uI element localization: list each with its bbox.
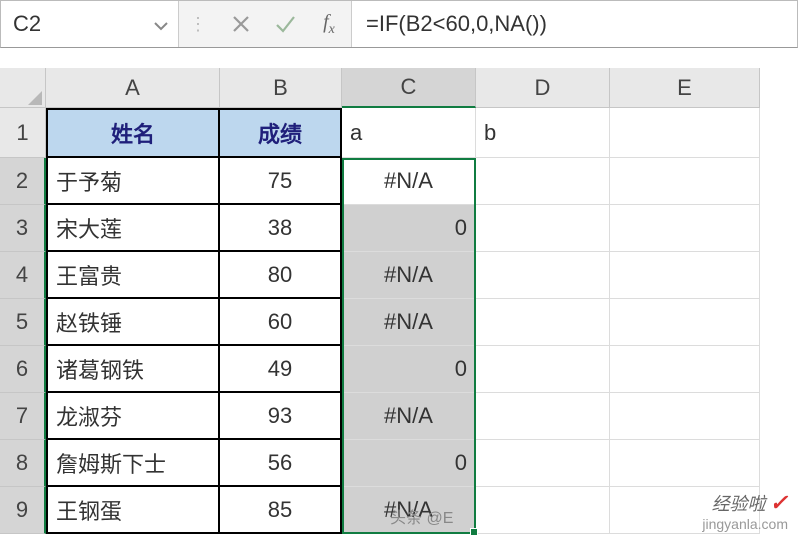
cell-c5[interactable]: #N/A [342, 299, 476, 346]
select-all-corner[interactable] [0, 68, 46, 108]
toutiao-watermark: 头条 @E [390, 504, 453, 528]
row-header-9[interactable]: 9 [0, 487, 46, 534]
cell-a3[interactable]: 宋大莲 [46, 205, 220, 252]
cell-d2[interactable] [476, 158, 610, 205]
cell-b2[interactable]: 75 [220, 158, 342, 205]
cell-d7[interactable] [476, 393, 610, 440]
check-icon: ✓ [770, 490, 788, 516]
cell-c3[interactable]: 0 [342, 205, 476, 252]
col-header-a[interactable]: A [46, 68, 220, 108]
cell-d3[interactable] [476, 205, 610, 252]
cell-c2[interactable]: #N/A [342, 158, 476, 205]
cell-b6[interactable]: 49 [220, 346, 342, 393]
cell-d6[interactable] [476, 346, 610, 393]
cell-c8[interactable]: 0 [342, 440, 476, 487]
cell-b7[interactable]: 93 [220, 393, 342, 440]
cell-a4[interactable]: 王富贵 [46, 252, 220, 299]
fx-icon[interactable]: fx [307, 1, 351, 47]
enter-check-icon[interactable] [263, 1, 307, 47]
cell-c4[interactable]: #N/A [342, 252, 476, 299]
cell-e4[interactable] [610, 252, 760, 299]
dropdown-icon[interactable] [154, 11, 168, 37]
cell-b4[interactable]: 80 [220, 252, 342, 299]
row-header-7[interactable]: 7 [0, 393, 46, 440]
header-score[interactable]: 成绩 [220, 108, 342, 158]
cell-a5[interactable]: 赵铁锤 [46, 299, 220, 346]
cell-c1[interactable]: a [342, 108, 476, 158]
cell-e8[interactable] [610, 440, 760, 487]
header-name[interactable]: 姓名 [46, 108, 220, 158]
cell-c7[interactable]: #N/A [342, 393, 476, 440]
formula-input[interactable]: =IF(B2<60,0,NA()) [351, 1, 797, 47]
col-header-c[interactable]: C [342, 68, 476, 108]
cell-a7[interactable]: 龙淑芬 [46, 393, 220, 440]
row-header-8[interactable]: 8 [0, 440, 46, 487]
cell-c6[interactable]: 0 [342, 346, 476, 393]
formula-text: =IF(B2<60,0,NA()) [366, 11, 547, 37]
cell-d9[interactable] [476, 487, 610, 534]
divider-icon: ⋮ [179, 1, 219, 47]
row-header-6[interactable]: 6 [0, 346, 46, 393]
cell-a2[interactable]: 于予菊 [46, 158, 220, 205]
name-box-value: C2 [13, 11, 41, 37]
cell-b9[interactable]: 85 [220, 487, 342, 534]
cell-d4[interactable] [476, 252, 610, 299]
row-header-4[interactable]: 4 [0, 252, 46, 299]
row-header-5[interactable]: 5 [0, 299, 46, 346]
name-box[interactable]: C2 [1, 1, 179, 47]
col-header-d[interactable]: D [476, 68, 610, 108]
cell-e5[interactable] [610, 299, 760, 346]
cell-b8[interactable]: 56 [220, 440, 342, 487]
cell-a9[interactable]: 王钢蛋 [46, 487, 220, 534]
cell-b5[interactable]: 60 [220, 299, 342, 346]
row-header-2[interactable]: 2 [0, 158, 46, 205]
row-header-3[interactable]: 3 [0, 205, 46, 252]
cancel-icon[interactable] [219, 1, 263, 47]
spreadsheet-grid[interactable]: A B C D E 1 姓名 成绩 a b 2 于予菊 75 #N/A 3 宋大… [0, 68, 798, 534]
row-header-1[interactable]: 1 [0, 108, 46, 158]
watermark-brand: 经验啦 [712, 490, 766, 516]
cell-d8[interactable] [476, 440, 610, 487]
cell-e6[interactable] [610, 346, 760, 393]
watermark-url: jingyanla.com [702, 516, 788, 532]
formula-bar: C2 ⋮ fx =IF(B2<60,0,NA()) [0, 0, 798, 48]
cell-a6[interactable]: 诸葛钢铁 [46, 346, 220, 393]
cell-e7[interactable] [610, 393, 760, 440]
cell-b3[interactable]: 38 [220, 205, 342, 252]
col-header-e[interactable]: E [610, 68, 760, 108]
watermark: 经验啦 ✓ jingyanla.com [702, 490, 788, 532]
cell-d1[interactable]: b [476, 108, 610, 158]
col-header-b[interactable]: B [220, 68, 342, 108]
cell-e2[interactable] [610, 158, 760, 205]
cell-e1[interactable] [610, 108, 760, 158]
cell-e3[interactable] [610, 205, 760, 252]
cell-d5[interactable] [476, 299, 610, 346]
cell-a8[interactable]: 詹姆斯下士 [46, 440, 220, 487]
